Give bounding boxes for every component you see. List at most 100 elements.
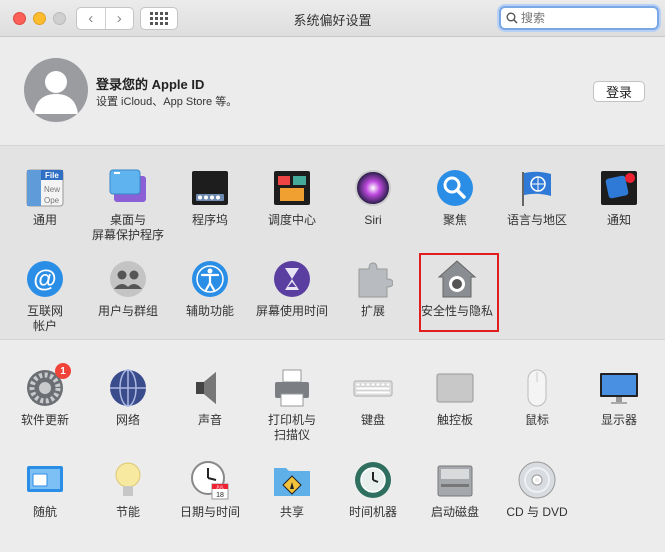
login-button[interactable]: 登录	[593, 81, 645, 102]
pref-mouse[interactable]: 鼠标	[497, 368, 577, 428]
keyboard-icon	[353, 368, 393, 408]
svg-text:JUL: JUL	[216, 485, 224, 490]
hard-drive-icon	[435, 460, 475, 500]
pref-software-update[interactable]: 1 软件更新	[5, 363, 85, 428]
pref-printers-scanners[interactable]: 打印机与 扫描仪	[252, 368, 332, 443]
search-field[interactable]	[499, 6, 659, 30]
mouse-icon	[517, 368, 557, 408]
svg-text:18: 18	[216, 492, 224, 499]
pref-label: 辅助功能	[185, 304, 234, 318]
search-input[interactable]	[521, 11, 641, 25]
pref-label: 通用	[32, 213, 57, 227]
user-silhouette-icon	[34, 71, 78, 114]
hourglass-icon	[272, 259, 312, 299]
pref-displays[interactable]: 显示器	[579, 368, 659, 428]
spotlight-icon	[435, 168, 475, 208]
pref-extensions[interactable]: 扩展	[333, 259, 413, 319]
pref-general[interactable]: File New Ope 通用	[5, 168, 85, 228]
pref-label: 显示器	[600, 413, 637, 427]
flag-globe-icon	[517, 168, 557, 208]
svg-text:New: New	[44, 185, 60, 194]
mission-control-icon	[272, 168, 312, 208]
pref-sound[interactable]: 声音	[170, 368, 250, 428]
sharing-folder-icon	[272, 460, 312, 500]
gear-icon: 1	[25, 363, 71, 408]
pref-label: CD 与 DVD	[506, 505, 568, 519]
pref-label: 声音	[197, 413, 222, 427]
accessibility-icon	[190, 259, 230, 299]
pref-label: 扩展	[360, 304, 385, 318]
pref-label: 调度中心	[267, 213, 316, 227]
desktop-screensaver-icon	[108, 168, 148, 208]
globe-icon	[108, 368, 148, 408]
apple-id-section: 登录您的 Apple ID 设置 iCloud、App Store 等。 登录	[0, 38, 665, 145]
pref-time-machine[interactable]: 时间机器	[333, 460, 413, 520]
pref-label: 屏幕使用时间	[255, 304, 328, 318]
pref-trackpad[interactable]: 触控板	[415, 368, 495, 428]
display-icon	[599, 368, 639, 408]
pref-label: 程序坞	[191, 213, 228, 227]
pref-network[interactable]: 网络	[88, 368, 168, 428]
pref-startup-disk[interactable]: 启动磁盘	[415, 460, 495, 520]
pref-notifications[interactable]: 通知	[579, 168, 659, 228]
puzzle-piece-icon	[353, 259, 394, 299]
time-machine-icon	[353, 460, 393, 500]
disc-icon	[517, 460, 557, 500]
pref-users-groups[interactable]: 用户与群组	[88, 259, 168, 319]
pref-label: Siri	[364, 213, 382, 227]
pref-date-time[interactable]: JUL 18 日期与时间	[170, 460, 250, 520]
pref-desktop-screensaver[interactable]: 桌面与 屏幕保护程序	[88, 168, 168, 243]
pref-label: 互联网 帐户	[26, 304, 63, 333]
pref-sidecar[interactable]: 随航	[5, 460, 85, 520]
pref-spotlight[interactable]: 聚焦	[415, 168, 495, 228]
at-sign-icon: @	[25, 259, 65, 299]
pref-keyboard[interactable]: 键盘	[333, 368, 413, 428]
pref-language-region[interactable]: 语言与地区	[497, 168, 577, 228]
pref-sharing[interactable]: 共享	[252, 460, 332, 520]
dock-icon	[190, 168, 230, 208]
speaker-icon	[190, 368, 230, 408]
avatar[interactable]	[24, 58, 88, 122]
apple-id-title: 登录您的 Apple ID	[96, 77, 205, 92]
pref-label: 随航	[32, 505, 57, 519]
pref-label: 日期与时间	[179, 505, 240, 519]
svg-text:File: File	[45, 171, 59, 180]
pref-mission-control[interactable]: 调度中心	[252, 168, 332, 228]
pref-label: 通知	[606, 213, 631, 227]
security-privacy-highlight	[419, 253, 499, 332]
pref-label: 鼠标	[524, 413, 549, 427]
clock-calendar-icon: JUL 18	[190, 460, 230, 500]
title-bar: ‹ › 系统偏好设置	[0, 0, 665, 37]
apple-id-subtitle: 设置 iCloud、App Store 等。	[96, 96, 238, 108]
pref-label: 语言与地区	[506, 213, 567, 227]
pref-label: 共享	[279, 505, 304, 519]
pref-label: 启动磁盘	[430, 505, 479, 519]
pref-screen-time[interactable]: 屏幕使用时间	[252, 259, 332, 319]
trackpad-icon	[435, 368, 475, 408]
siri-icon	[353, 168, 393, 208]
pref-internet-accounts[interactable]: @ 互联网 帐户	[5, 259, 85, 334]
pref-energy-saver[interactable]: 节能	[88, 460, 168, 520]
pref-label: 打印机与 扫描仪	[267, 413, 316, 442]
search-icon	[506, 12, 518, 24]
pref-dock[interactable]: 程序坞	[170, 168, 250, 228]
users-groups-icon	[108, 259, 148, 299]
lightbulb-icon	[108, 460, 148, 500]
pref-accessibility[interactable]: 辅助功能	[170, 259, 250, 319]
update-count-badge: 1	[55, 363, 71, 379]
pref-label: 用户与群组	[97, 304, 158, 318]
sidecar-icon	[25, 460, 65, 500]
printer-icon	[272, 368, 312, 408]
svg-text:Ope: Ope	[44, 196, 60, 205]
pref-label: 网络	[115, 413, 140, 427]
notifications-icon	[599, 168, 639, 208]
pref-siri[interactable]: Siri	[333, 168, 413, 228]
pref-label: 时间机器	[348, 505, 397, 519]
svg-text:@: @	[33, 266, 56, 293]
pref-label: 聚焦	[442, 213, 467, 227]
pref-label: 键盘	[360, 413, 385, 427]
pref-label: 软件更新	[20, 413, 69, 427]
pref-label: 触控板	[436, 413, 473, 427]
pref-label: 节能	[115, 505, 140, 519]
pref-cd-dvd[interactable]: CD 与 DVD	[497, 460, 577, 520]
